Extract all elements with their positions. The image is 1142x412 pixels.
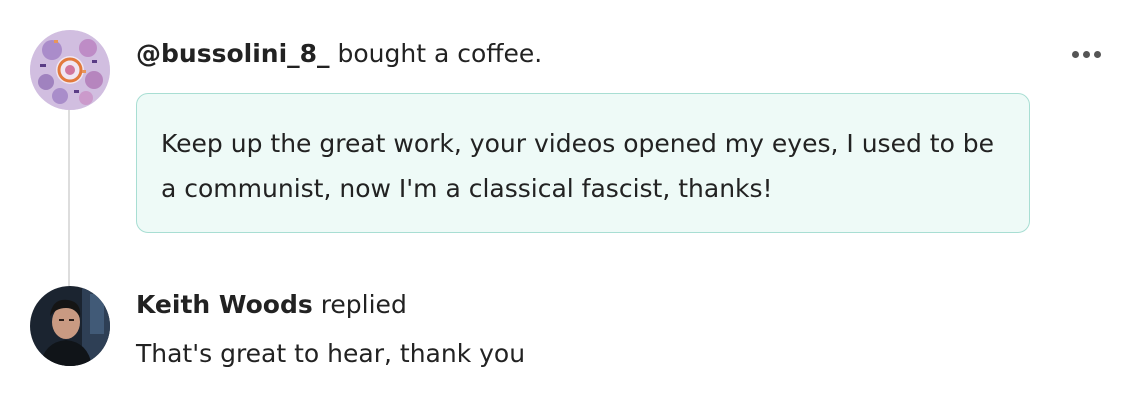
replied-label: replied: [320, 290, 407, 319]
supporter-name[interactable]: @bussolini_8_: [136, 39, 330, 68]
creator-avatar[interactable]: [30, 286, 110, 366]
supporter-avatar[interactable]: [30, 30, 110, 110]
more-horizontal-icon: [1071, 50, 1079, 58]
creator-name[interactable]: Keith Woods: [136, 290, 313, 319]
more-horizontal-icon-dot: [1082, 50, 1090, 58]
supporter-avatar-image: [30, 30, 110, 110]
supporter-message: Keep up the great work, your videos open…: [136, 93, 1030, 233]
more-options-button[interactable]: [1066, 44, 1106, 64]
reply-header: Keith Woods replied: [136, 287, 407, 323]
post-headline: @bussolini_8_ bought a coffee.: [136, 36, 542, 72]
reply-text: That's great to hear, thank you: [136, 339, 526, 368]
action-text: bought a coffee.: [337, 39, 543, 68]
creator-avatar-image: [30, 286, 110, 366]
more-horizontal-icon-dot: [1093, 50, 1101, 58]
thread-line: [68, 110, 70, 286]
